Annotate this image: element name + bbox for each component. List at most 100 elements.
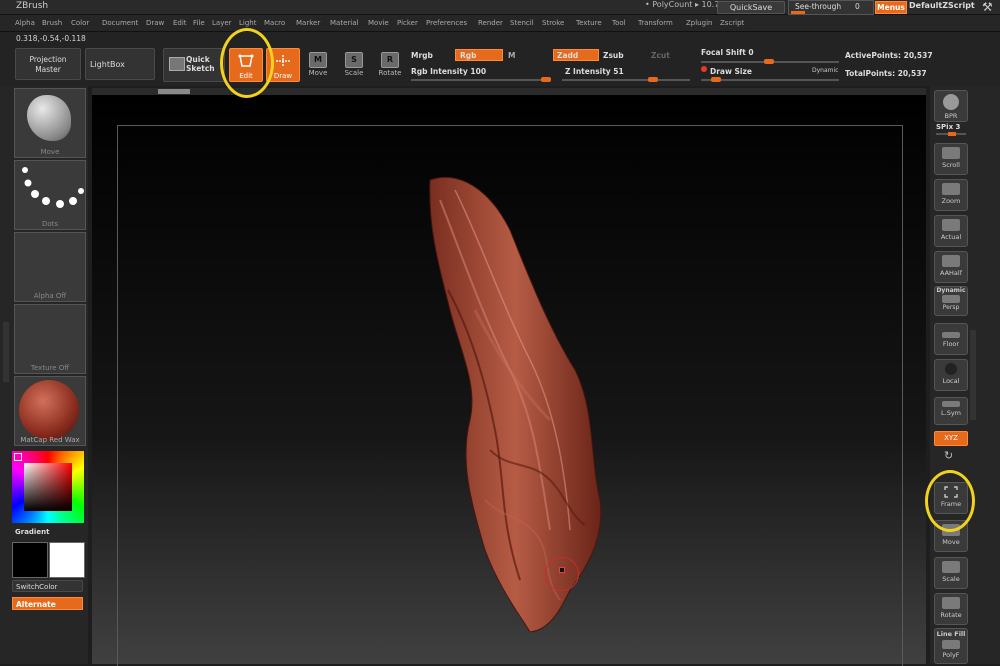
scale-view-icon [942,561,960,573]
menu-edit[interactable]: Edit [173,19,187,27]
menu-render[interactable]: Render [478,19,503,27]
aahalf-button[interactable]: AAHalf [934,251,968,283]
menu-texture[interactable]: Texture [576,19,602,27]
secondary-color-swatch[interactable] [49,542,85,578]
alternate-button[interactable]: Alternate [12,597,83,610]
lsym-button[interactable]: L.Sym [934,397,968,425]
scale-button[interactable]: S Scale [340,50,368,80]
menus-button[interactable]: Menus [875,1,907,14]
zadd-button[interactable]: Zadd [553,49,599,61]
menu-brush[interactable]: Brush [42,19,62,27]
zoom-icon [942,183,960,195]
rotate-view-button[interactable]: Rotate [934,593,968,625]
menu-draw[interactable]: Draw [146,19,164,27]
z-intensity-slider[interactable] [562,79,690,81]
switch-color-button[interactable]: SwitchColor [12,580,83,592]
menu-material[interactable]: Material [330,19,358,27]
quick-sketch-button[interactable]: Quick Sketch [163,48,225,82]
scale-view-button[interactable]: Scale [934,557,968,589]
hair-model[interactable] [400,170,620,640]
color-picker-square[interactable] [24,463,72,511]
rgb-button[interactable]: Rgb [455,49,503,61]
matcap-sphere [19,380,79,440]
hammer-icon[interactable]: ⚒ [982,0,993,14]
scale-icon: S [345,52,363,68]
texture-thumbnail[interactable]: Texture Off [14,304,86,374]
dynamic-toggle[interactable]: Dynamic [812,67,838,74]
zoom-button[interactable]: Zoom [934,179,968,211]
menu-macro[interactable]: Macro [264,19,285,27]
draw-size-knob[interactable] [711,77,721,82]
menu-layer[interactable]: Layer [212,19,232,27]
menu-light[interactable]: Light [239,19,256,27]
menu-movie[interactable]: Movie [368,19,389,27]
menu-document[interactable]: Document [102,19,138,27]
polycount: • PolyCount ▸ 10.79 [645,0,725,9]
menu-file[interactable]: File [193,19,205,27]
alpha-thumbnail[interactable]: Alpha Off [14,232,86,302]
aahalf-label: AAHalf [939,269,963,277]
menu-zplugin[interactable]: Zplugin [686,19,712,27]
floor-button[interactable]: Floor [934,323,968,355]
move-button[interactable]: M Move [304,50,332,80]
menu-transform[interactable]: Transform [638,19,673,27]
zcut-button[interactable]: Zcut [651,51,670,60]
menu-preferences[interactable]: Preferences [426,19,467,27]
focal-shift-knob[interactable] [764,59,774,64]
spix-slider[interactable] [936,132,966,136]
material-thumbnail[interactable]: MatCap Red Wax [14,376,86,446]
z-intensity-label: Z Intensity 51 [565,67,624,76]
actual-icon [942,219,960,231]
brush-thumbnail[interactable]: Move [14,88,86,158]
menu-stencil[interactable]: Stencil [510,19,534,27]
projection-master-button[interactable]: Projection Master [15,48,81,80]
gradient-toggle[interactable]: Gradient [15,528,49,536]
projection-master-label: Projection Master [29,55,67,74]
zsub-button[interactable]: Zsub [603,51,624,60]
line-fill-button[interactable]: Line Fill PolyF [934,628,968,664]
see-through-label: See-through [795,2,842,11]
see-through-value: 0 [855,2,860,11]
menu-picker[interactable]: Picker [397,19,418,27]
right-shelf-scrollbar[interactable] [970,330,976,420]
menu-alpha[interactable]: Alpha [15,19,35,27]
menu-tool[interactable]: Tool [612,19,626,27]
actual-label: Actual [940,233,962,241]
line-fill-label: Line Fill [936,630,966,638]
lightbox-button[interactable]: LightBox [85,48,155,80]
dots-stroke-icon [22,167,84,208]
lsym-label: L.Sym [941,409,961,417]
local-button[interactable]: Local [934,359,968,391]
quicksave-button[interactable]: QuickSave [717,1,785,14]
z-intensity-knob[interactable] [648,77,658,82]
draw-size-lock-icon[interactable] [701,66,707,72]
bpr-button[interactable]: BPR [934,90,968,122]
actual-button[interactable]: Actual [934,215,968,247]
see-through-slider[interactable]: See-through 0 [788,0,874,15]
persp-button[interactable]: Dynamic Persp [934,286,968,316]
draw-icon [276,55,290,67]
left-tray-collapse-handle[interactable] [3,322,9,382]
rotate-view-icon [942,597,960,609]
rgb-intensity-slider[interactable] [411,79,551,81]
mrgb-button[interactable]: Mrgb [411,51,433,60]
scroll-button[interactable]: Scroll [934,143,968,175]
rotate-button[interactable]: R Rotate [376,50,404,80]
rgb-intensity-knob[interactable] [541,77,551,82]
rotate-axis-icon[interactable]: ↻ [944,449,953,462]
m-button[interactable]: M [508,51,515,60]
color-picker[interactable] [12,451,84,523]
main-color-swatch[interactable] [12,542,48,578]
canvas-top-scrollbar[interactable] [92,88,926,95]
draw-size-slider[interactable] [701,79,839,81]
rgb-intensity-label: Rgb Intensity 100 [411,67,487,76]
spix-setting[interactable]: SPix 3 [936,123,960,131]
menu-zscript[interactable]: Zscript [720,19,744,27]
default-zscript-button[interactable]: DefaultZScript [909,1,975,10]
menu-color[interactable]: Color [71,19,89,27]
stroke-thumbnail[interactable]: Dots [14,160,86,230]
menu-marker[interactable]: Marker [296,19,320,27]
xyz-button[interactable]: XYZ [934,431,968,446]
menu-stroke[interactable]: Stroke [542,19,564,27]
canvas-scroll-thumb[interactable] [158,89,190,94]
